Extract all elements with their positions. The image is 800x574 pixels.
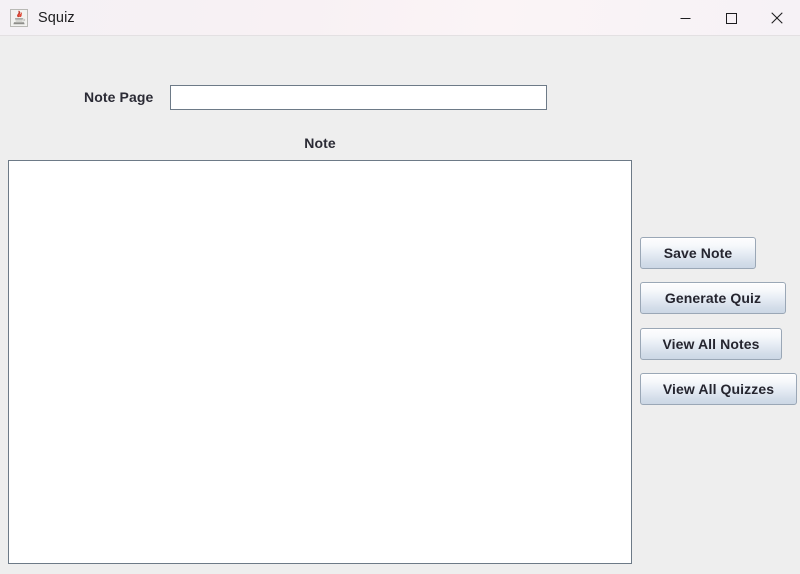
view-all-quizzes-button[interactable]: View All Quizzes — [640, 373, 797, 405]
close-button[interactable] — [754, 0, 800, 36]
view-all-notes-button[interactable]: View All Notes — [640, 328, 782, 360]
save-note-button[interactable]: Save Note — [640, 237, 756, 269]
note-page-label: Note Page — [84, 89, 154, 105]
maximize-button[interactable] — [708, 0, 754, 36]
window-title: Squiz — [38, 9, 75, 26]
close-icon — [771, 12, 783, 24]
minimize-icon — [680, 17, 690, 19]
window-controls — [662, 0, 800, 36]
note-heading: Note — [304, 135, 336, 151]
maximize-icon — [725, 12, 737, 24]
java-coffee-cup-icon — [10, 8, 28, 27]
application-window: Squiz Note Page Note Save Note Generate … — [0, 0, 800, 574]
generate-quiz-button[interactable]: Generate Quiz — [640, 282, 786, 314]
note-page-input[interactable] — [170, 85, 547, 110]
title-bar: Squiz — [0, 0, 800, 36]
note-textarea[interactable] — [8, 160, 632, 564]
minimize-button[interactable] — [662, 0, 708, 36]
client-area: Note Page Note Save Note Generate Quiz V… — [0, 36, 800, 574]
